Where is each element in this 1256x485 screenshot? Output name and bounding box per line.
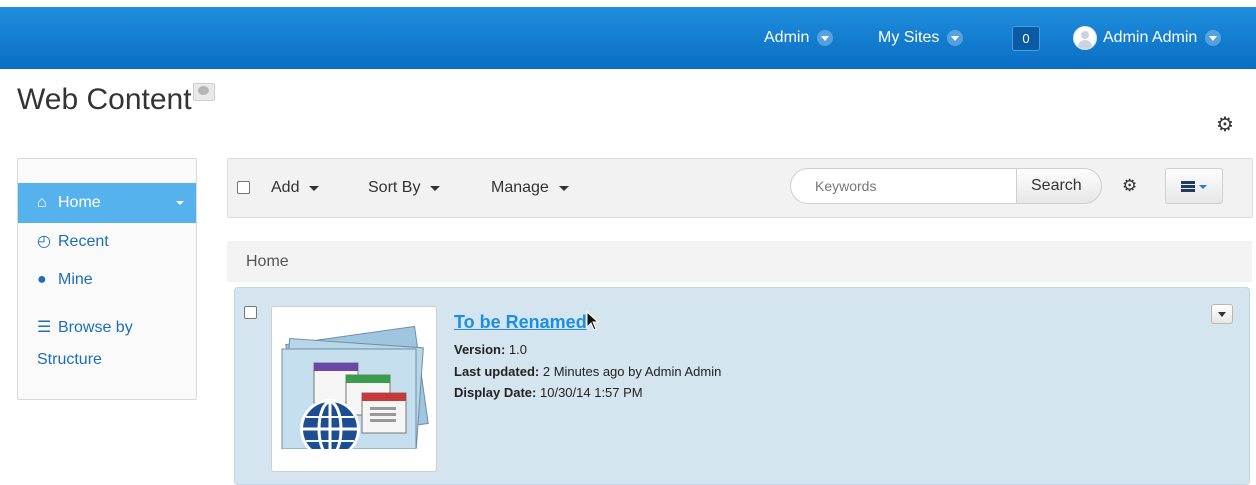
- chevron-down-icon: [817, 30, 834, 46]
- gear-icon[interactable]: ⚙: [1122, 176, 1137, 196]
- notification-count-badge: 0: [1012, 25, 1040, 51]
- mouse-cursor-icon: [586, 311, 600, 331]
- display-date-label: Display Date:: [454, 385, 537, 400]
- entry-checkbox[interactable]: [244, 306, 257, 319]
- web-content-thumbnail[interactable]: [271, 306, 437, 472]
- add-label: Add: [271, 179, 300, 196]
- my-sites-label: My Sites: [878, 29, 940, 46]
- version-label: Version:: [454, 342, 506, 357]
- gear-icon[interactable]: ⚙: [1216, 112, 1234, 137]
- caret-down-icon: [1199, 185, 1207, 189]
- entry-display-date: Display Date: 10/30/14 1:57 PM: [454, 385, 643, 400]
- entry-actions-button[interactable]: [1211, 304, 1233, 324]
- display-style-button[interactable]: [1165, 168, 1223, 204]
- select-all-checkbox[interactable]: [237, 181, 250, 194]
- avatar-icon: [1073, 26, 1097, 50]
- nav-item-mine-label: Mine: [58, 271, 93, 288]
- last-updated-label: Last updated:: [454, 364, 540, 379]
- entry-title-link[interactable]: To be Renamed: [454, 312, 587, 333]
- chevron-down-icon: [176, 201, 184, 205]
- admin-menu-label: Admin: [764, 29, 810, 46]
- add-menu[interactable]: Add: [271, 159, 320, 217]
- admin-menu[interactable]: Admin: [764, 7, 834, 69]
- list-view-icon: [1181, 181, 1195, 192]
- clock-icon: ◴: [37, 233, 51, 250]
- home-icon: ⌂: [37, 194, 47, 211]
- left-navigation: ⌂ Home ◴ Recent ● Mine ☰ Browse by Structure: [17, 158, 197, 400]
- manage-label: Manage: [491, 179, 549, 196]
- help-icon[interactable]: [193, 83, 215, 101]
- breadcrumb: Home: [227, 241, 1252, 282]
- version-value: 1.0: [508, 342, 527, 357]
- sort-by-menu[interactable]: Sort By: [368, 159, 441, 217]
- page-title: Web Content: [17, 83, 192, 116]
- nav-item-browse-label: Browse by: [58, 319, 133, 336]
- nav-item-browse-by-structure[interactable]: ☰ Browse by Structure: [18, 312, 196, 376]
- user-name: Admin Admin: [1103, 29, 1198, 46]
- last-updated-value: 2 Minutes ago by Admin Admin: [542, 364, 722, 379]
- content-entry: To be Renamed Version: 1.0 Last updated:…: [234, 287, 1250, 485]
- chevron-down-icon: [1205, 30, 1222, 46]
- nav-item-mine[interactable]: ● Mine: [18, 271, 196, 289]
- manage-menu[interactable]: Manage: [491, 159, 569, 217]
- nav-item-recent[interactable]: ◴ Recent: [18, 231, 196, 251]
- my-sites-menu[interactable]: My Sites: [878, 7, 964, 69]
- caret-down-icon: [558, 185, 569, 191]
- search-input[interactable]: [790, 168, 1016, 204]
- chevron-down-icon: [947, 30, 964, 46]
- nav-item-recent-label: Recent: [58, 233, 109, 250]
- notifications-button[interactable]: 0: [1012, 7, 1040, 69]
- breadcrumb-home[interactable]: Home: [246, 253, 289, 270]
- entry-version: Version: 1.0: [454, 342, 527, 357]
- list-icon: ☰: [37, 319, 52, 336]
- nav-item-browse-label-2: Structure: [37, 351, 102, 368]
- dockbar: Admin My Sites 0 Admin Admin: [0, 7, 1256, 69]
- user-menu[interactable]: Admin Admin: [1073, 7, 1222, 69]
- caret-down-icon: [430, 185, 441, 191]
- sort-by-label: Sort By: [368, 179, 421, 196]
- search-button[interactable]: Search: [1016, 168, 1102, 204]
- display-date-value: 10/30/14 1:57 PM: [540, 385, 643, 400]
- entry-last-updated: Last updated: 2 Minutes ago by Admin Adm…: [454, 364, 721, 379]
- caret-down-icon: [309, 185, 320, 191]
- toolbar: Add Sort By Manage Search ⚙: [227, 158, 1253, 218]
- nav-item-home-label: Home: [58, 194, 101, 211]
- nav-item-home[interactable]: ⌂ Home: [18, 183, 196, 223]
- user-icon: ●: [37, 271, 47, 288]
- web-content-icon: [281, 325, 429, 471]
